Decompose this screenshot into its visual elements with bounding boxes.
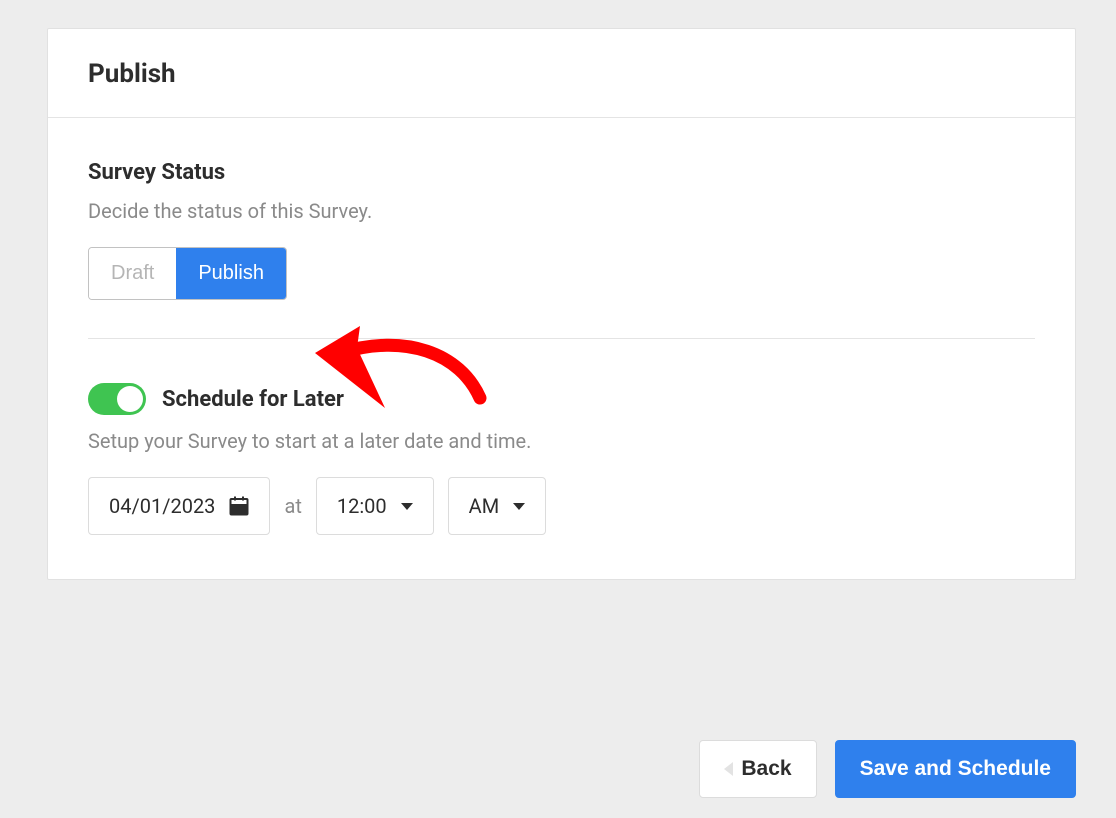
save-button-label: Save and Schedule xyxy=(860,757,1051,781)
section-divider xyxy=(88,338,1035,339)
back-button[interactable]: Back xyxy=(699,740,816,798)
publish-card: Publish Survey Status Decide the status … xyxy=(47,28,1076,580)
chevron-down-icon xyxy=(513,503,525,510)
ampm-value: AM xyxy=(469,494,500,518)
schedule-section: Schedule for Later Setup your Survey to … xyxy=(88,383,1035,535)
schedule-toggle[interactable] xyxy=(88,383,146,415)
time-field[interactable]: 12:00 xyxy=(316,477,434,535)
schedule-description: Setup your Survey to start at a later da… xyxy=(88,429,1035,453)
chevron-down-icon xyxy=(401,503,413,510)
page-title: Publish xyxy=(88,59,1035,89)
survey-status-description: Decide the status of this Survey. xyxy=(88,199,1035,223)
draft-button[interactable]: Draft xyxy=(89,248,176,299)
publish-button[interactable]: Publish xyxy=(176,248,286,299)
card-body: Survey Status Decide the status of this … xyxy=(48,118,1075,579)
date-field[interactable]: 04/01/2023 xyxy=(88,477,270,535)
schedule-toggle-label: Schedule for Later xyxy=(162,387,344,412)
at-label: at xyxy=(284,494,301,518)
save-and-schedule-button[interactable]: Save and Schedule xyxy=(835,740,1076,798)
back-button-label: Back xyxy=(741,757,791,781)
time-value: 12:00 xyxy=(337,494,387,518)
schedule-fields-row: 04/01/2023 at 12:00 xyxy=(88,477,1035,535)
status-segmented-control: Draft Publish xyxy=(88,247,287,300)
calendar-icon xyxy=(229,496,249,516)
card-header: Publish xyxy=(48,29,1075,118)
chevron-left-icon xyxy=(724,762,733,776)
schedule-toggle-row: Schedule for Later xyxy=(88,383,1035,415)
date-value: 04/01/2023 xyxy=(109,494,215,518)
survey-status-title: Survey Status xyxy=(88,160,1035,185)
survey-status-section: Survey Status Decide the status of this … xyxy=(88,160,1035,300)
footer-actions: Back Save and Schedule xyxy=(699,740,1076,798)
toggle-knob xyxy=(117,386,143,412)
ampm-field[interactable]: AM xyxy=(448,477,547,535)
